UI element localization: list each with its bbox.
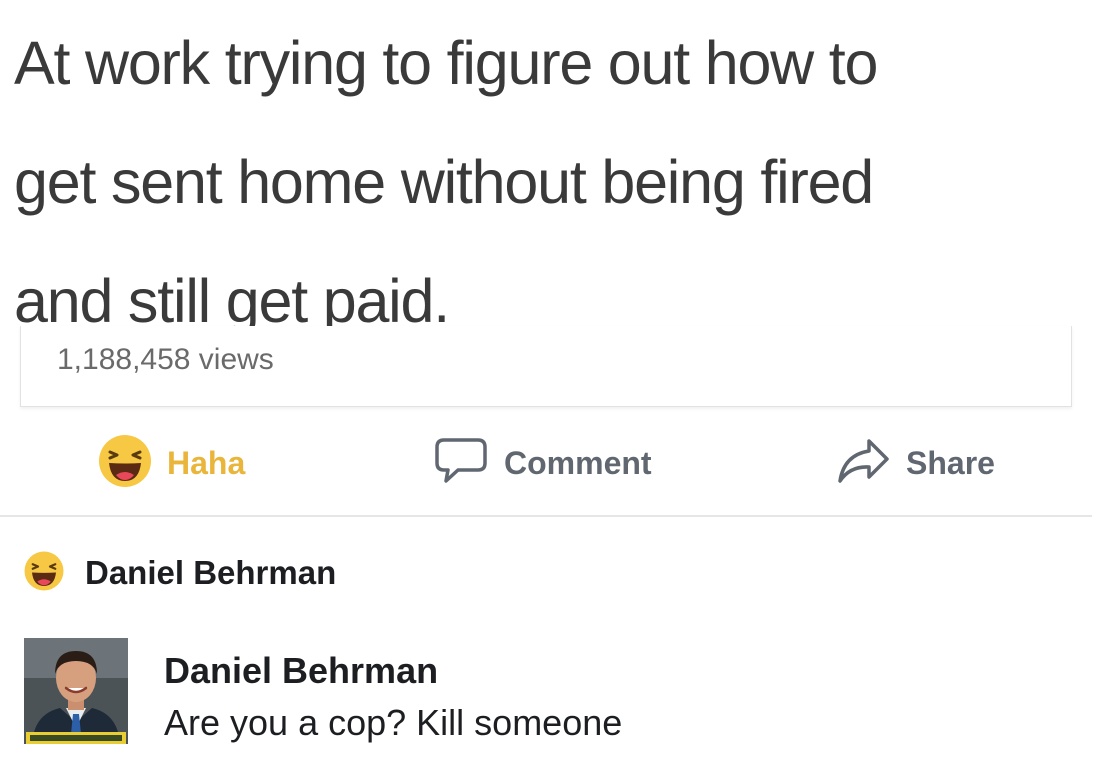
view-count: 1,188,458 views [57, 343, 274, 376]
laughing-face-icon [97, 433, 153, 494]
post-text-line-3: and still get paid. [14, 267, 450, 335]
share-arrow-icon [836, 436, 890, 491]
share-label: Share [906, 444, 995, 481]
reaction-row[interactable]: Daniel Behrman [23, 546, 336, 600]
comment-author[interactable]: Daniel Behrman [164, 650, 438, 692]
post-text: At work trying to figure out how to get … [14, 4, 1104, 361]
laughing-face-icon [23, 550, 65, 597]
comment-button[interactable]: Comment [434, 428, 652, 498]
divider [0, 515, 1092, 517]
speech-bubble-icon [434, 436, 488, 491]
reactor-name[interactable]: Daniel Behrman [85, 554, 336, 592]
share-button[interactable]: Share [836, 428, 995, 498]
haha-label: Haha [167, 444, 246, 481]
action-bar: Haha Comment Share [0, 428, 1111, 498]
comment: Daniel Behrman Are you a cop? Kill someo… [24, 638, 1104, 748]
haha-button[interactable]: Haha [97, 428, 245, 498]
views-box: 1,188,458 views [20, 326, 1072, 407]
comment-label: Comment [504, 444, 652, 481]
post-text-line-2: get sent home without being fired [14, 148, 874, 216]
comment-text: Are you a cop? Kill someone [164, 702, 623, 743]
post-text-line-1: At work trying to figure out how to [14, 29, 878, 97]
avatar[interactable] [24, 638, 128, 744]
